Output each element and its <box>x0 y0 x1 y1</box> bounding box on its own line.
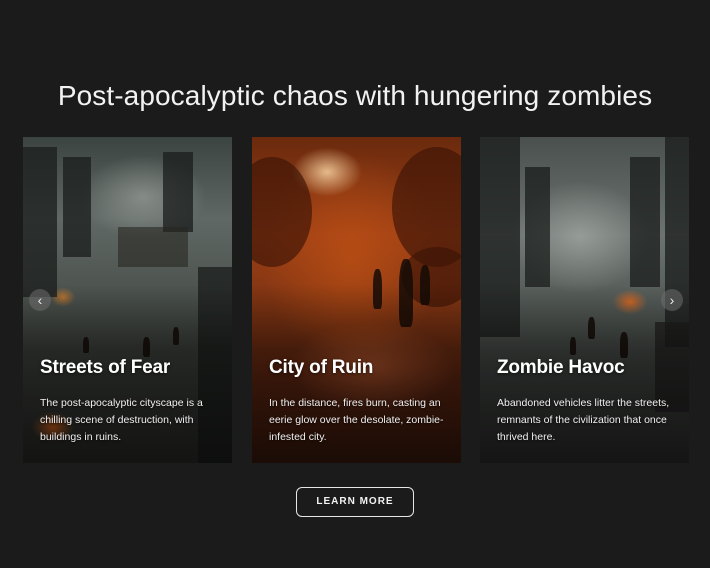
image-carousel: Streets of Fear The post-apocalyptic cit… <box>23 137 689 463</box>
section-headline: Post-apocalyptic chaos with hungering zo… <box>57 80 653 111</box>
carousel-next-button[interactable]: › <box>661 289 683 311</box>
carousel-card[interactable]: City of Ruin In the distance, fires burn… <box>252 137 461 463</box>
chevron-left-icon: ‹ <box>37 292 43 308</box>
card-title: City of Ruin <box>269 357 374 378</box>
card-description: In the distance, fires burn, casting an … <box>269 397 444 443</box>
learn-more-button[interactable]: LEARN MORE <box>296 487 414 517</box>
carousel-prev-button[interactable]: ‹ <box>29 289 51 311</box>
card-description: Abandoned vehicles litter the streets, r… <box>497 397 670 443</box>
card-title: Streets of Fear <box>40 357 171 378</box>
page: Post-apocalyptic chaos with hungering zo… <box>0 0 710 568</box>
card-description: The post-apocalyptic cityscape is a chil… <box>40 397 203 443</box>
carousel-card[interactable]: Streets of Fear The post-apocalyptic cit… <box>23 137 232 463</box>
chevron-right-icon: › <box>669 292 675 308</box>
carousel-card[interactable]: Zombie Havoc Abandoned vehicles litter t… <box>480 137 689 463</box>
card-title: Zombie Havoc <box>497 357 625 378</box>
